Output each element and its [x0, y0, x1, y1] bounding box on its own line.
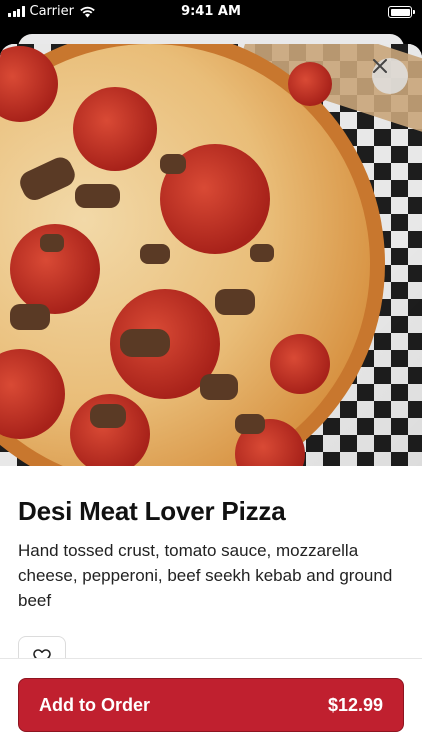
- close-button[interactable]: [372, 58, 408, 94]
- add-to-order-label: Add to Order: [39, 694, 150, 715]
- pizza-photo: [0, 44, 422, 466]
- price-label: $12.99: [327, 694, 383, 715]
- status-bar: Carrier 9:41 AM: [0, 0, 422, 26]
- status-time: 9:41 AM: [181, 4, 241, 19]
- close-icon: [373, 59, 387, 73]
- add-to-order-button[interactable]: Add to Order $12.99: [18, 678, 404, 732]
- footer: Add to Order $12.99: [0, 659, 422, 750]
- item-title: Desi Meat Lover Pizza: [18, 496, 286, 526]
- battery-icon: [388, 6, 415, 18]
- item-description: Hand tossed crust, tomato sauce, mozzare…: [18, 541, 393, 610]
- item-detail-sheet: Desi Meat Lover Pizza Hand tossed crust,…: [0, 44, 422, 750]
- pizza-illustration: [0, 44, 385, 466]
